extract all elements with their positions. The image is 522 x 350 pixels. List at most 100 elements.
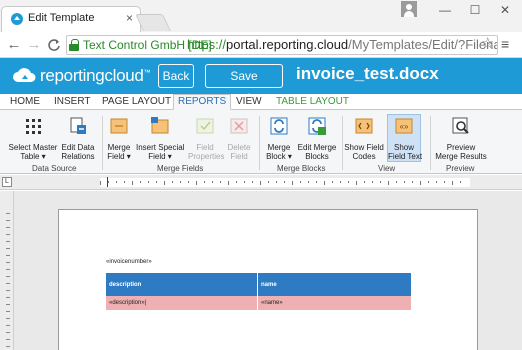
- browser-tab[interactable]: Edit Template ×: [1, 6, 141, 32]
- group-divider: [102, 116, 103, 170]
- ruler-tick: [6, 213, 10, 214]
- tab-reports[interactable]: REPORTS: [173, 94, 232, 110]
- group-divider: [259, 116, 260, 170]
- indent-marker-icon[interactable]: [107, 177, 113, 187]
- horizontal-ruler[interactable]: L: [0, 175, 522, 190]
- edit-data-relations-button[interactable]: Edit Data Relations: [58, 116, 98, 161]
- ruler-tick: [396, 181, 397, 183]
- minimize-button[interactable]: —: [430, 0, 460, 20]
- field-properties-icon: [196, 118, 214, 134]
- back-button[interactable]: Back: [158, 64, 194, 88]
- tab-home[interactable]: HOME: [10, 96, 40, 107]
- ruler-tick: [6, 241, 10, 242]
- preview-merge-results-button[interactable]: Preview Merge Results: [434, 116, 488, 161]
- bookmark-star-icon[interactable]: ☆: [481, 34, 494, 52]
- tab-title: Edit Template: [28, 12, 95, 24]
- delete-field-icon: [230, 118, 248, 134]
- url-input[interactable]: Text Control GmbH [DE] https://portal.re…: [66, 35, 498, 55]
- ruler-tick: [6, 276, 10, 277]
- ruler-tick: [244, 181, 245, 183]
- merge-block-icon: [270, 117, 288, 135]
- ruler-tick: [332, 181, 333, 183]
- ruler-tick: [6, 318, 10, 319]
- table-header-row[interactable]: description name: [106, 273, 411, 296]
- field-properties-button[interactable]: Field Properties: [188, 116, 224, 161]
- ruler-tick: [340, 181, 341, 183]
- insert-special-field-button[interactable]: Insert Special Field ▾: [136, 116, 184, 161]
- ruler-tick: [428, 181, 429, 183]
- ruler-tick: [212, 181, 213, 183]
- reportingcloud-logo-icon: [13, 68, 36, 82]
- svg-text:«»: «»: [400, 122, 409, 131]
- field-codes-icon: [355, 118, 373, 134]
- tab-insert[interactable]: INSERT: [54, 96, 91, 107]
- ruler-tick: [420, 181, 421, 185]
- group-label-merge-fields: Merge Fields: [157, 164, 204, 173]
- edit-merge-blocks-icon: [308, 117, 326, 135]
- ruler-tick: [6, 304, 10, 305]
- ruler-tick: [236, 181, 237, 183]
- ruler-tick: [324, 181, 325, 185]
- edit-merge-blocks-button[interactable]: Edit Merge Blocks: [296, 116, 338, 161]
- select-master-table-button[interactable]: Select Master Table ▾: [6, 116, 60, 161]
- data-relations-icon: [70, 117, 86, 134]
- back-arrow-icon[interactable]: ←: [4, 35, 24, 55]
- tab-close-icon[interactable]: ×: [126, 11, 133, 25]
- ruler-tick: [276, 181, 277, 183]
- browser-menu-icon[interactable]: ≡: [501, 36, 509, 52]
- ruler-tick: [268, 181, 269, 183]
- ruler-tick: [100, 181, 101, 185]
- table-cell[interactable]: «description»|: [106, 296, 258, 310]
- merge-block-button[interactable]: Merge Block ▾: [262, 116, 296, 161]
- table-cell[interactable]: «name»: [258, 296, 411, 310]
- ribbon-tab-bar: HOME INSERT PAGE LAYOUT REPORTS VIEW TAB…: [0, 94, 522, 110]
- app-logo-text: reportingcloud™: [40, 66, 151, 85]
- ruler-tick: [124, 181, 125, 183]
- tab-stop-selector[interactable]: L: [2, 177, 12, 187]
- lock-icon: [69, 39, 79, 51]
- ruler-tick: [6, 220, 10, 221]
- ruler-tick: [6, 227, 10, 228]
- delete-field-button[interactable]: Delete Field: [224, 116, 254, 161]
- table-header-cell[interactable]: name: [258, 273, 411, 296]
- merge-field-button[interactable]: Merge Field ▾: [104, 116, 134, 161]
- show-field-codes-button[interactable]: Show Field Codes: [344, 116, 384, 161]
- document-area[interactable]: «invoicenumber» description name «descri…: [0, 191, 522, 350]
- maximize-button[interactable]: ☐: [460, 0, 490, 20]
- ruler-tick: [348, 181, 349, 183]
- ruler-tick: [6, 234, 10, 235]
- ruler-tick: [412, 181, 413, 183]
- tab-view[interactable]: VIEW: [236, 96, 262, 107]
- ruler-tick: [292, 181, 293, 185]
- document-page[interactable]: «invoicenumber» description name «descri…: [58, 209, 478, 350]
- show-field-text-button[interactable]: «» Show Field Text: [387, 114, 422, 162]
- ruler-tick: [188, 181, 189, 183]
- ruler-tick: [6, 297, 10, 298]
- tab-page-layout[interactable]: PAGE LAYOUT: [102, 96, 171, 107]
- forward-arrow-icon[interactable]: →: [24, 35, 44, 55]
- invoice-number-field[interactable]: «invoicenumber»: [106, 259, 152, 265]
- table-row[interactable]: «description»| «name»: [106, 296, 411, 310]
- ruler-tick: [116, 181, 117, 183]
- ruler-tick: [6, 325, 10, 326]
- ruler-tick: [452, 181, 453, 185]
- ruler-tick: [6, 339, 10, 340]
- ruler-tick: [460, 181, 461, 183]
- address-bar-row: ← → Text Control GmbH [DE] https://porta…: [0, 32, 522, 58]
- save-template-button[interactable]: Save template: [205, 64, 283, 105]
- ruler-tick: [284, 181, 285, 183]
- tab-table-layout[interactable]: TABLE LAYOUT: [276, 96, 349, 107]
- group-label-preview: Preview: [446, 164, 475, 173]
- reload-icon[interactable]: [44, 35, 64, 55]
- ruler-tick: [404, 181, 405, 183]
- ruler-tick: [204, 181, 205, 183]
- merge-table[interactable]: description name «description»| «name»: [106, 273, 411, 310]
- table-header-cell[interactable]: description: [106, 273, 258, 296]
- ruler-tick: [380, 181, 381, 183]
- field-text-icon: «»: [395, 118, 413, 134]
- user-profile-icon[interactable]: [401, 1, 417, 17]
- special-field-icon: [151, 117, 169, 134]
- vertical-ruler: [0, 191, 14, 350]
- group-divider: [430, 116, 431, 170]
- close-window-button[interactable]: ✕: [490, 0, 520, 20]
